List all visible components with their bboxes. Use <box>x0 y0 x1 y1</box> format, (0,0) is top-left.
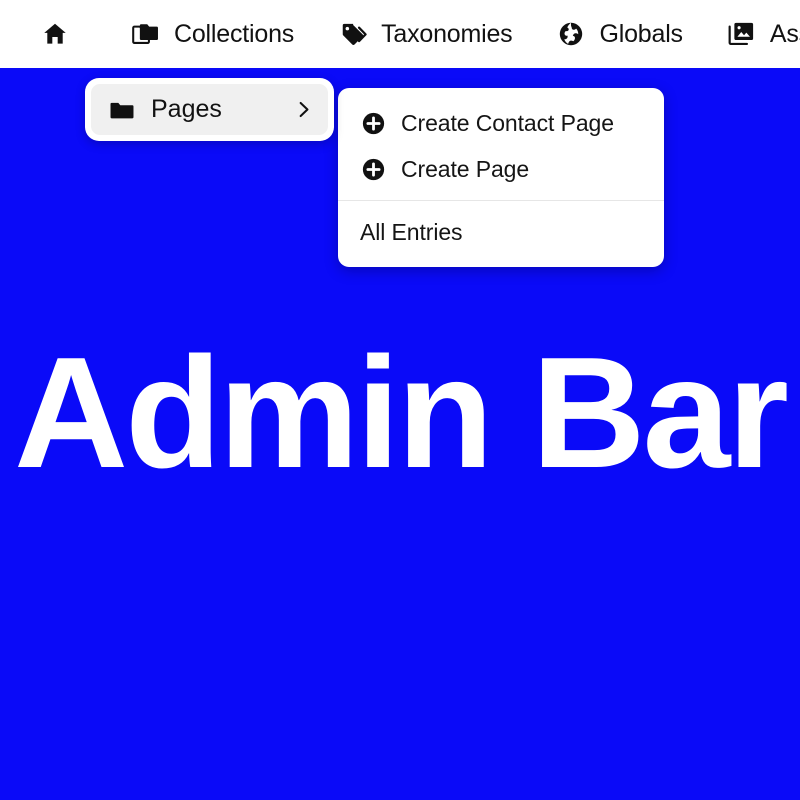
nav-item-taxonomies[interactable]: Taxonomies <box>338 0 513 68</box>
pages-menu-wrapper: Pages <box>85 78 334 141</box>
pages-dropdown-panel: Create Contact Page Create Page All Entr… <box>338 88 664 267</box>
nav-item-collections[interactable]: Collections <box>131 0 294 68</box>
home-icon <box>40 19 70 49</box>
globe-icon <box>556 19 586 49</box>
menu-item-create-contact-page[interactable]: Create Contact Page <box>338 100 664 146</box>
menu-divider <box>338 200 664 201</box>
menu-label-create-contact-page: Create Contact Page <box>401 109 614 136</box>
nav-item-home[interactable] <box>40 0 83 68</box>
chevron-right-icon <box>292 97 314 123</box>
plus-circle-icon <box>360 110 386 136</box>
nav-label-globals: Globals <box>599 19 683 48</box>
nav-label-collections: Collections <box>174 19 295 48</box>
pages-menu-label: Pages <box>151 95 222 123</box>
nav-label-assets: Asse <box>769 19 800 48</box>
menu-label-all-entries: All Entries <box>360 218 463 245</box>
nav-label-taxonomies: Taxonomies <box>381 19 513 48</box>
nav-item-assets[interactable]: Asse <box>727 0 800 68</box>
images-icon <box>727 19 757 49</box>
pages-menu-trigger[interactable]: Pages <box>91 84 328 135</box>
folders-icon <box>131 19 161 49</box>
menu-label-create-page: Create Page <box>401 155 530 182</box>
menu-item-all-entries[interactable]: All Entries <box>338 207 664 257</box>
plus-circle-icon <box>360 156 386 182</box>
tag-icon <box>338 19 368 49</box>
folder-icon <box>109 97 135 123</box>
nav-item-globals[interactable]: Globals <box>556 0 683 68</box>
admin-bar: Collections Taxonomies Globals As <box>0 0 800 68</box>
hero-section: Admin Bar <box>0 325 800 501</box>
menu-item-create-page[interactable]: Create Page <box>338 146 664 192</box>
page-title: Admin Bar <box>14 325 789 501</box>
